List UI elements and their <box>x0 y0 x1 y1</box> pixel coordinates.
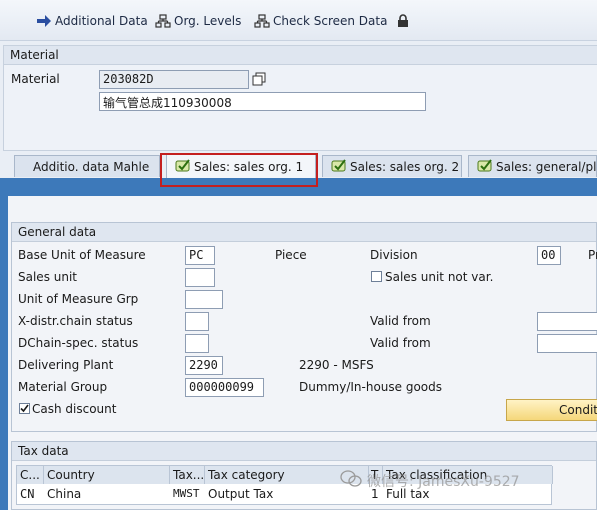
watermark-text: 微信号: JamesXu-9527 <box>367 474 520 490</box>
application-toolbar: Additional Data Org. Levels Check Screen… <box>0 0 597 41</box>
copy-icon[interactable] <box>252 72 266 89</box>
check-screen-data-label: Check Screen Data <box>273 14 388 28</box>
dchain-status-label: DChain-spec. status <box>18 336 139 350</box>
dchain-status-field[interactable] <box>185 334 209 353</box>
material-label: Material <box>11 72 60 86</box>
column-header-tax[interactable]: Tax... <box>170 466 205 484</box>
division-label: Division <box>370 248 418 262</box>
general-data-group: General data Base Unit of Measure PC Pie… <box>11 222 597 432</box>
tab-content-area: General data Base Unit of Measure PC Pie… <box>8 196 597 510</box>
column-header-country[interactable]: Country <box>44 466 170 484</box>
general-data-title: General data <box>12 223 596 242</box>
division-field[interactable]: 00 <box>537 246 561 265</box>
material-group-label: Material Group <box>18 380 108 394</box>
tab-label: Sales: general/plant <box>496 159 597 174</box>
material-header-panel: Material Material 203082D 输气管总成110930008 <box>3 45 597 151</box>
material-group-field[interactable]: 000000099 <box>185 378 264 397</box>
xdistr-status-field[interactable] <box>185 312 209 331</box>
uom-grp-label: Unit of Measure Grp <box>18 292 139 306</box>
delivering-plant-text: 2290 - MSFS <box>299 358 374 372</box>
conditions-button[interactable]: Conditi <box>506 399 597 421</box>
sales-unit-field[interactable] <box>185 268 215 287</box>
lock-icon <box>396 14 412 28</box>
org-levels-button[interactable]: Org. Levels <box>155 12 241 30</box>
cell-country: China <box>47 487 82 501</box>
cash-discount-label: Cash discount <box>32 402 117 416</box>
check-hierarchy-icon <box>254 14 270 28</box>
arrow-right-icon <box>36 14 52 28</box>
delivering-plant-field[interactable]: 2290 <box>185 356 223 375</box>
delivering-plant-label: Delivering Plant <box>18 358 114 372</box>
uom-grp-field[interactable] <box>185 290 223 309</box>
division-text: Pr <box>588 248 597 262</box>
checkmark-icon <box>20 404 29 413</box>
dchain-valid-from-field[interactable] <box>537 334 597 353</box>
material-number-field[interactable]: 203082D <box>99 70 249 89</box>
material-section-title-text: Material <box>10 48 59 62</box>
tab-sales-org-2[interactable]: Sales: sales org. 2 <box>322 155 462 177</box>
tab-label: Additio. data Mahle <box>33 159 150 174</box>
tab-additional-data-mahle[interactable]: Additio. data Mahle <box>14 155 160 177</box>
org-hierarchy-icon <box>155 14 171 28</box>
material-description-field[interactable]: 输气管总成110930008 <box>99 92 426 111</box>
material-group-text: Dummy/In-house goods <box>299 380 443 394</box>
sales-unit-label: Sales unit <box>18 270 78 284</box>
xdistr-valid-from-label: Valid from <box>370 314 431 328</box>
watermark: 微信号: JamesXu-9527 <box>340 470 520 492</box>
cash-discount-checkbox[interactable] <box>19 403 30 414</box>
additional-data-label: Additional Data <box>55 14 148 28</box>
base-uom-field[interactable]: PC <box>185 246 215 265</box>
dchain-valid-from-label: Valid from <box>370 336 431 350</box>
wechat-icon <box>340 470 362 492</box>
xdistr-status-label: X-distr.chain status <box>18 314 133 328</box>
column-header-country-code[interactable]: C... <box>17 466 44 484</box>
active-tab-highlight-box <box>160 153 318 187</box>
base-uom-text: Piece <box>275 248 307 262</box>
xdistr-valid-from-field[interactable] <box>537 312 597 331</box>
material-section-title: Material <box>4 46 597 65</box>
lock-button[interactable] <box>396 12 412 30</box>
cell-tax: MWST <box>173 487 200 500</box>
base-uom-label: Base Unit of Measure <box>18 248 146 262</box>
additional-data-button[interactable]: Additional Data <box>36 12 148 30</box>
tab-ok-icon <box>331 158 347 175</box>
org-levels-label: Org. Levels <box>174 14 242 28</box>
tab-sales-general-plant[interactable]: Sales: general/plant <box>468 155 597 177</box>
check-screen-data-button[interactable]: Check Screen Data <box>254 12 387 30</box>
tax-data-title: Tax data <box>12 442 596 461</box>
tab-label: Sales: sales org. 2 <box>350 159 460 174</box>
cell-country-code: CN <box>20 487 35 501</box>
tab-ok-icon <box>477 158 493 175</box>
sales-unit-not-var-label: Sales unit not var. <box>385 270 494 284</box>
sales-unit-not-var-checkbox[interactable] <box>371 271 382 282</box>
